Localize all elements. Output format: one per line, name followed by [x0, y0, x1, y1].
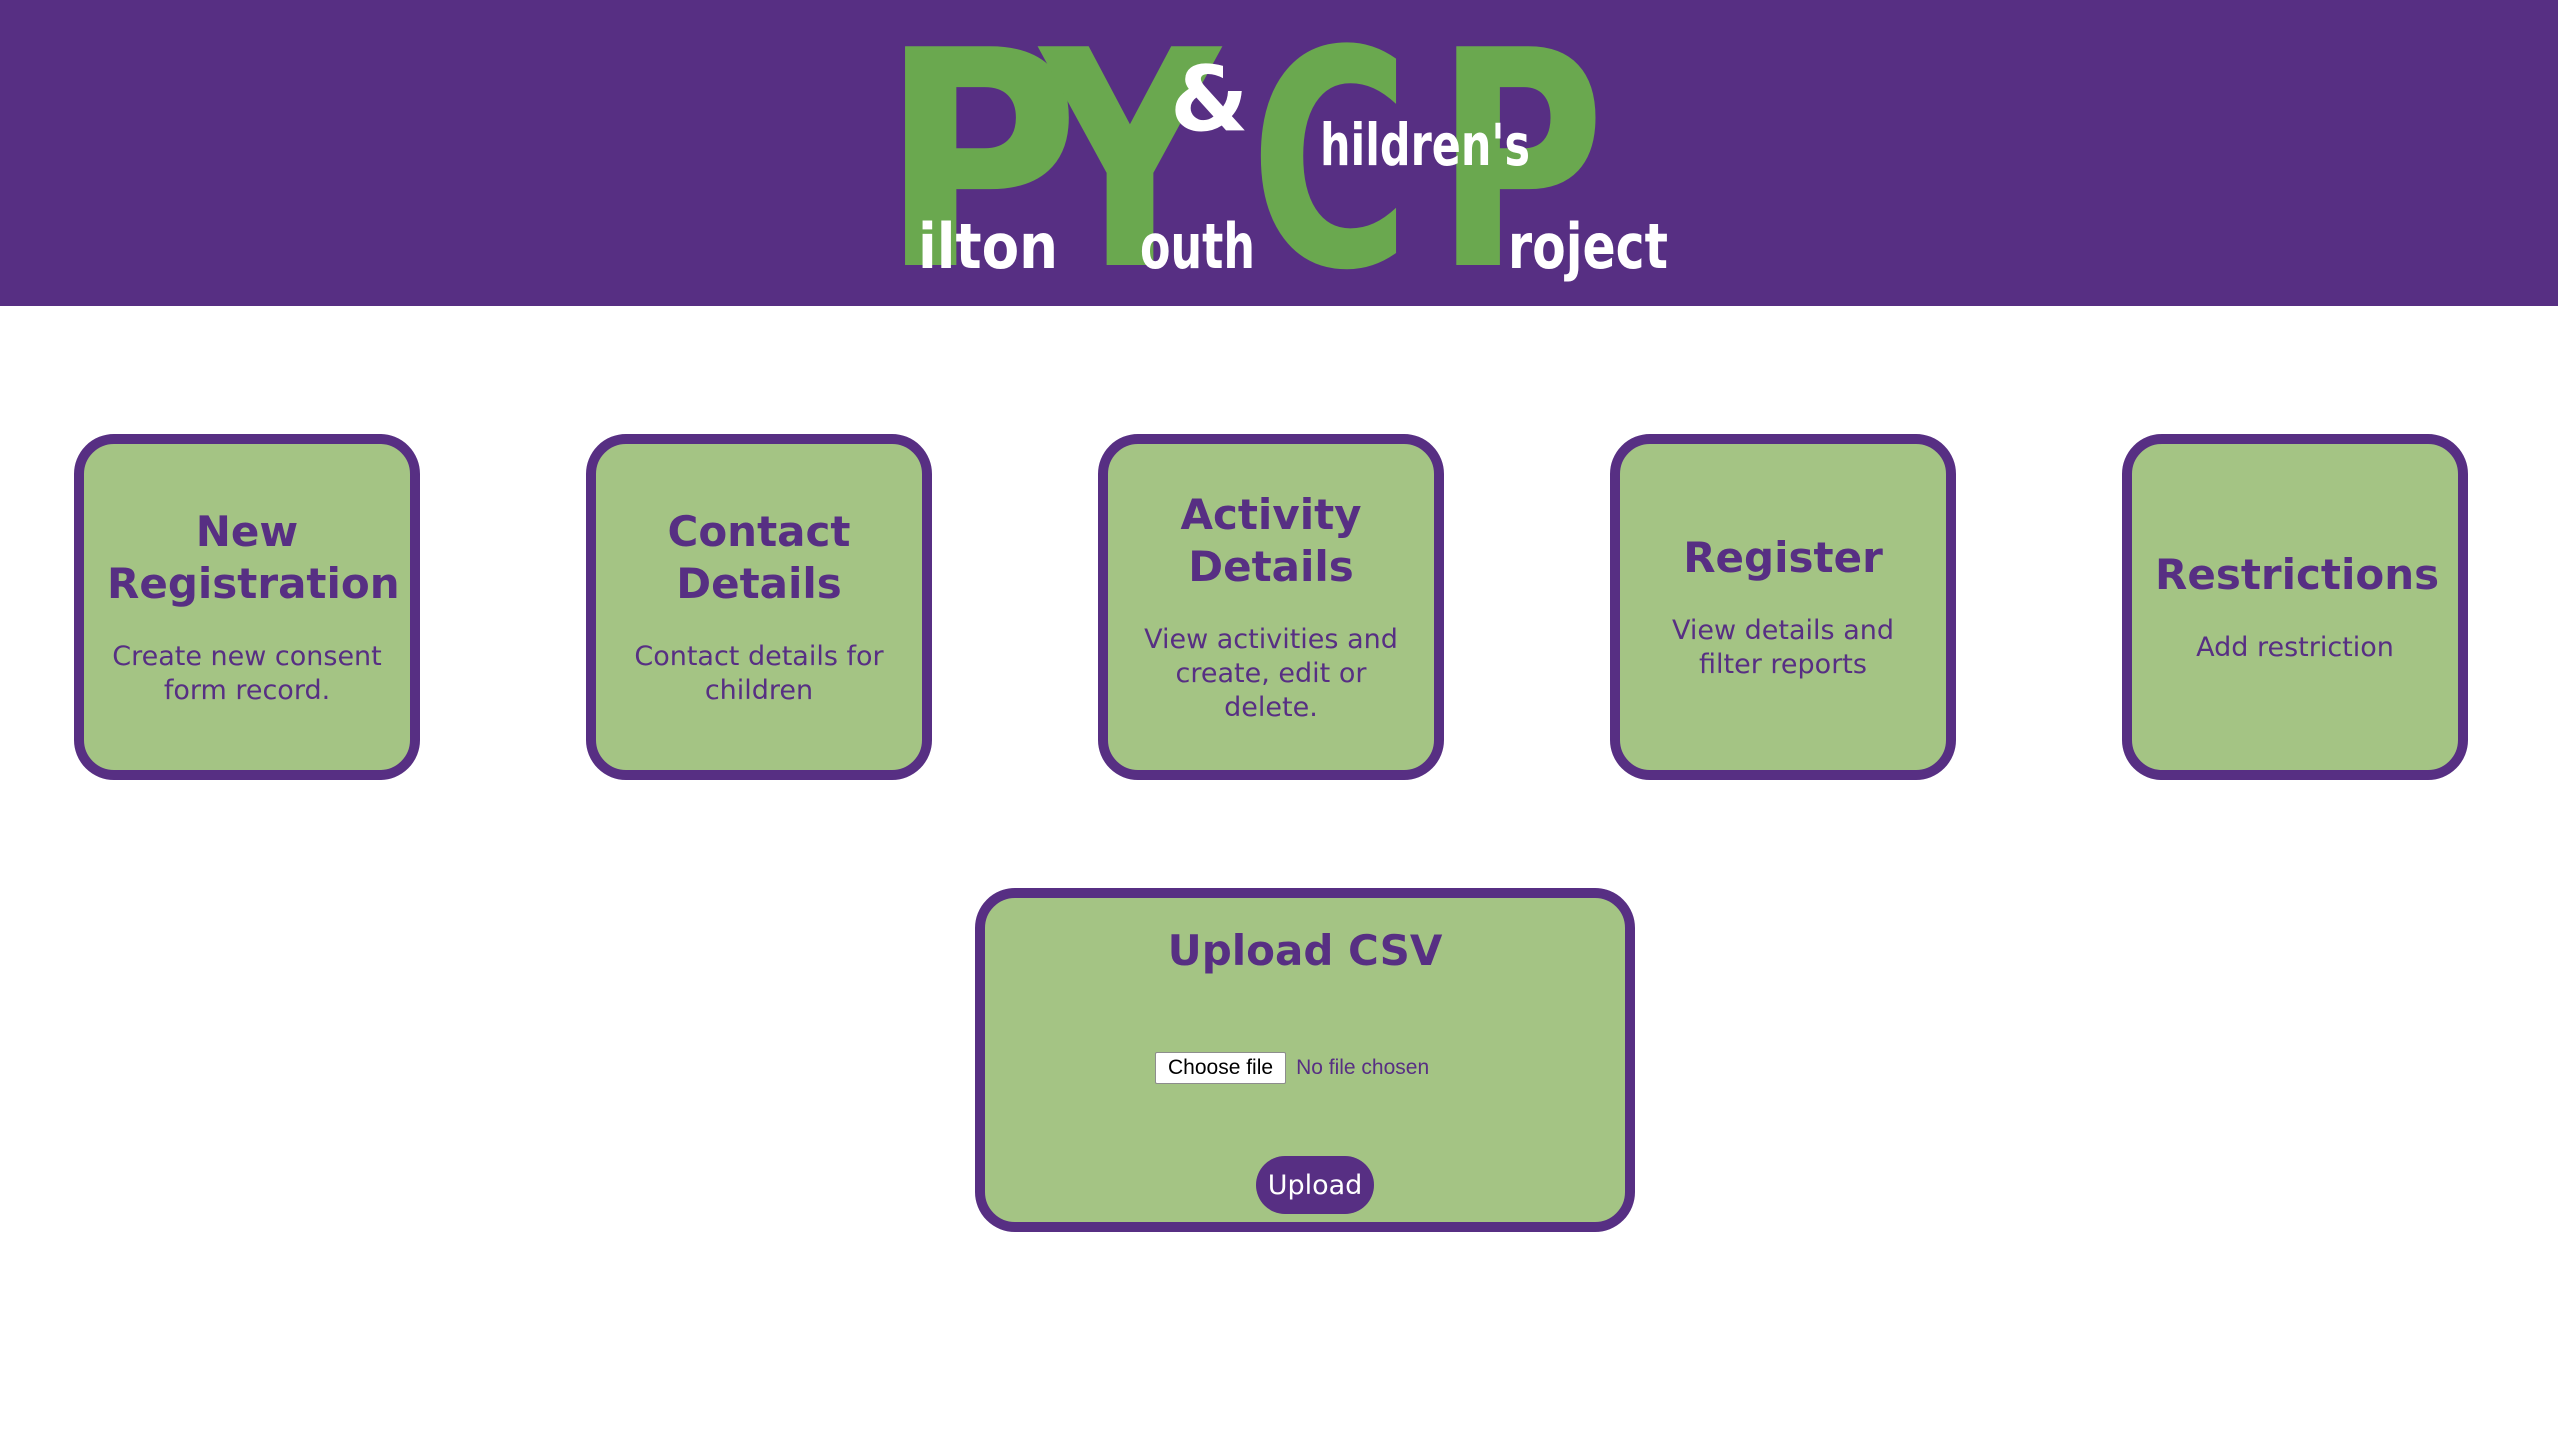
restrictions-card[interactable]: Restrictions Add restriction	[2122, 434, 2468, 780]
upload-csv-title: Upload CSV	[1167, 926, 1443, 975]
logo-graphic: P Y C P & hildren's ilton outh roject	[880, 10, 1668, 300]
card-title: Restrictions	[2155, 550, 2440, 599]
card-title: Register	[1683, 533, 1883, 582]
logo-ampersand: &	[1170, 47, 1249, 152]
upload-button[interactable]: Upload	[1256, 1156, 1374, 1214]
activity-details-card[interactable]: Activity Details View activities and cre…	[1098, 434, 1444, 780]
contact-details-card[interactable]: Contact Details Contact details for chil…	[586, 434, 932, 780]
choose-file-button[interactable]: Choose file	[1155, 1052, 1287, 1084]
upload-csv-panel: Upload CSV Choose file No file chosen Up…	[975, 888, 1635, 1232]
register-card[interactable]: Register View details and filter reports	[1610, 434, 1956, 780]
logo-word-pilton: ilton	[918, 210, 1058, 283]
card-description: View activities and create, edit or dele…	[1144, 624, 1398, 723]
site-header: P Y C P & hildren's ilton outh roject	[0, 0, 2558, 306]
card-title: Contact Details	[667, 507, 851, 608]
card-title: Activity Details	[1180, 490, 1362, 591]
file-status-text: No file chosen	[1296, 1056, 1430, 1079]
logo-word-childrens: hildren's	[1320, 111, 1530, 179]
card-description: View details and filter reports	[1672, 615, 1894, 680]
logo-word-youth: outh	[1140, 210, 1255, 283]
card-description: Contact details for children	[634, 641, 884, 706]
file-input[interactable]: Choose file No file chosen	[1155, 1052, 1429, 1084]
card-description: Create new consent form record.	[112, 641, 382, 706]
card-description: Add restriction	[2196, 632, 2394, 663]
card-title: New Registration	[107, 507, 400, 608]
pyccp-logo: P Y C P & hildren's ilton outh roject	[880, 10, 1680, 300]
logo-word-project: roject	[1508, 210, 1668, 283]
new-registration-card[interactable]: New Registration Create new consent form…	[74, 434, 420, 780]
